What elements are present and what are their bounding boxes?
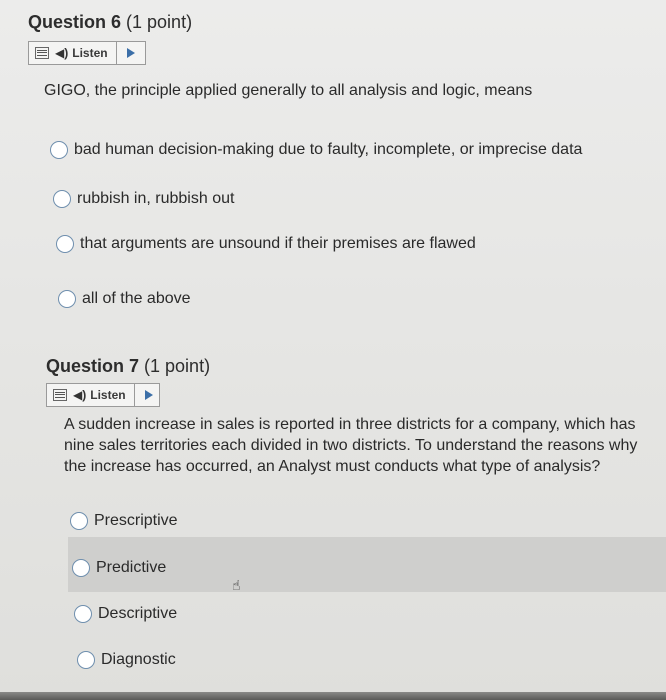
speaker-icon: ◀) xyxy=(55,46,69,60)
q6-option-1[interactable]: bad human decision-making due to faulty,… xyxy=(50,141,582,159)
listen-button[interactable]: Listen xyxy=(72,42,117,64)
q6-option-2-label[interactable]: rubbish in, rubbish out xyxy=(77,190,234,208)
q6-option-4[interactable]: all of the above xyxy=(58,290,191,308)
q7-option-4[interactable]: Diagnostic xyxy=(77,651,176,669)
question-7-title: Question 7 (1 point) xyxy=(46,356,210,377)
q6-option-3-label[interactable]: that arguments are unsound if their prem… xyxy=(80,235,476,253)
hand-pointer-icon: ☝ xyxy=(232,577,241,593)
menu-icon[interactable] xyxy=(35,47,49,59)
radio-button[interactable] xyxy=(56,235,74,253)
q7-option-3[interactable]: Descriptive xyxy=(74,605,177,623)
question-6-title: Question 6 (1 point) xyxy=(28,12,192,33)
q6-option-2[interactable]: rubbish in, rubbish out xyxy=(53,190,234,208)
question-7-number: Question 7 xyxy=(46,356,140,376)
question-6-number: Question 6 xyxy=(28,12,122,32)
radio-button[interactable] xyxy=(70,512,88,530)
menu-icon[interactable] xyxy=(53,389,67,401)
listen-button[interactable]: Listen xyxy=(90,384,135,406)
q7-option-1[interactable]: Prescriptive xyxy=(70,512,178,530)
q6-option-4-label[interactable]: all of the above xyxy=(82,290,191,308)
radio-button[interactable] xyxy=(77,651,95,669)
play-icon[interactable] xyxy=(126,48,135,58)
question-7-listen-widget[interactable]: ◀) Listen xyxy=(46,383,160,407)
radio-button[interactable] xyxy=(53,190,71,208)
q6-option-3[interactable]: that arguments are unsound if their prem… xyxy=(56,235,476,253)
question-6-points: (1 point) xyxy=(126,12,193,32)
radio-button[interactable] xyxy=(50,141,68,159)
q7-option-2-label[interactable]: Predictive xyxy=(96,559,166,577)
q6-option-1-label[interactable]: bad human decision-making due to faulty,… xyxy=(74,141,582,159)
play-icon[interactable] xyxy=(144,390,153,400)
question-7-prompt: A sudden increase in sales is reported i… xyxy=(64,416,638,475)
radio-button[interactable] xyxy=(74,605,92,623)
q7-option-4-label[interactable]: Diagnostic xyxy=(101,651,176,669)
radio-button[interactable] xyxy=(72,559,90,577)
q7-option-2[interactable]: Predictive xyxy=(72,559,166,577)
question-6-prompt: GIGO, the principle applied generally to… xyxy=(44,82,533,99)
radio-button[interactable] xyxy=(58,290,76,308)
screen-bezel xyxy=(0,692,666,700)
q7-option-3-label[interactable]: Descriptive xyxy=(98,605,177,623)
question-7-points: (1 point) xyxy=(144,356,211,376)
q7-option-1-label[interactable]: Prescriptive xyxy=(94,512,178,530)
question-6-listen-widget[interactable]: ◀) Listen xyxy=(28,41,146,65)
speaker-icon: ◀) xyxy=(73,388,87,402)
